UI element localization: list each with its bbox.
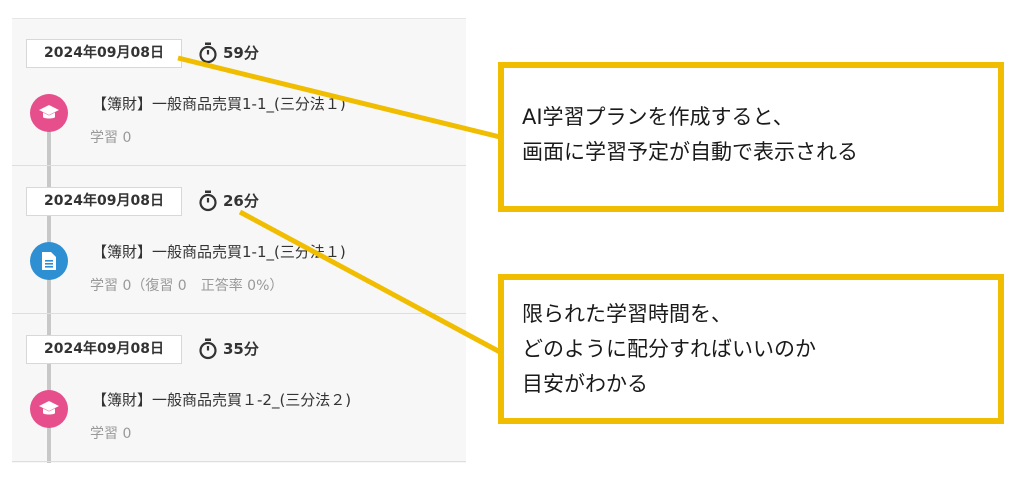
graduation-cap-icon <box>30 390 68 428</box>
study-duration: 35分 <box>223 340 259 358</box>
study-count: 学習 0 <box>90 426 132 442</box>
schedule-entry[interactable]: 2024年09月08日 35分 【簿財】一般商品売買１-2_(三分法２) 学習 … <box>12 315 466 462</box>
study-stats: 学習 0（復習 0 正答率 0%） <box>90 278 284 294</box>
date-label: 2024年09月08日 <box>26 39 182 68</box>
stopwatch-icon <box>199 42 217 64</box>
date-label: 2024年09月08日 <box>26 335 182 364</box>
schedule-entry[interactable]: 2024年09月08日 26分 【簿財】一般商品売買1-1_(三分法１) 学習 … <box>12 167 466 314</box>
document-icon <box>30 242 68 280</box>
lesson-title[interactable]: 【簿財】一般商品売買１-2_(三分法２) <box>92 389 351 410</box>
callout-text-line: 目安がわかる <box>522 372 648 396</box>
lesson-title[interactable]: 【簿財】一般商品売買1-1_(三分法１) <box>92 241 346 262</box>
callout-text-line: どのように配分すればいいのか <box>522 337 816 361</box>
callout-time-allocation: 限られた学習時間を、 どのように配分すればいいのか 目安がわかる <box>498 274 1004 424</box>
study-duration: 59分 <box>223 44 259 62</box>
date-label: 2024年09月08日 <box>26 187 182 216</box>
callout-text-line: 限られた学習時間を、 <box>522 302 732 326</box>
study-count: 学習 0 <box>90 130 132 146</box>
lesson-title[interactable]: 【簿財】一般商品売買1-1_(三分法１) <box>92 93 346 114</box>
graduation-cap-icon <box>30 94 68 132</box>
study-schedule-panel: 2024年09月08日 59分 【簿財】一般商品売買1-1_(三分法１) 学習 … <box>12 18 466 463</box>
stopwatch-icon <box>199 190 217 212</box>
study-duration: 26分 <box>223 192 259 210</box>
schedule-entry[interactable]: 2024年09月08日 59分 【簿財】一般商品売買1-1_(三分法１) 学習 … <box>12 19 466 166</box>
callout-text-line: AI学習プランを作成すると、 <box>522 105 794 129</box>
stopwatch-icon <box>199 338 217 360</box>
callout-text-line: 画面に学習予定が自動で表示される <box>522 140 858 164</box>
callout-auto-schedule: AI学習プランを作成すると、 画面に学習予定が自動で表示される <box>498 62 1004 212</box>
